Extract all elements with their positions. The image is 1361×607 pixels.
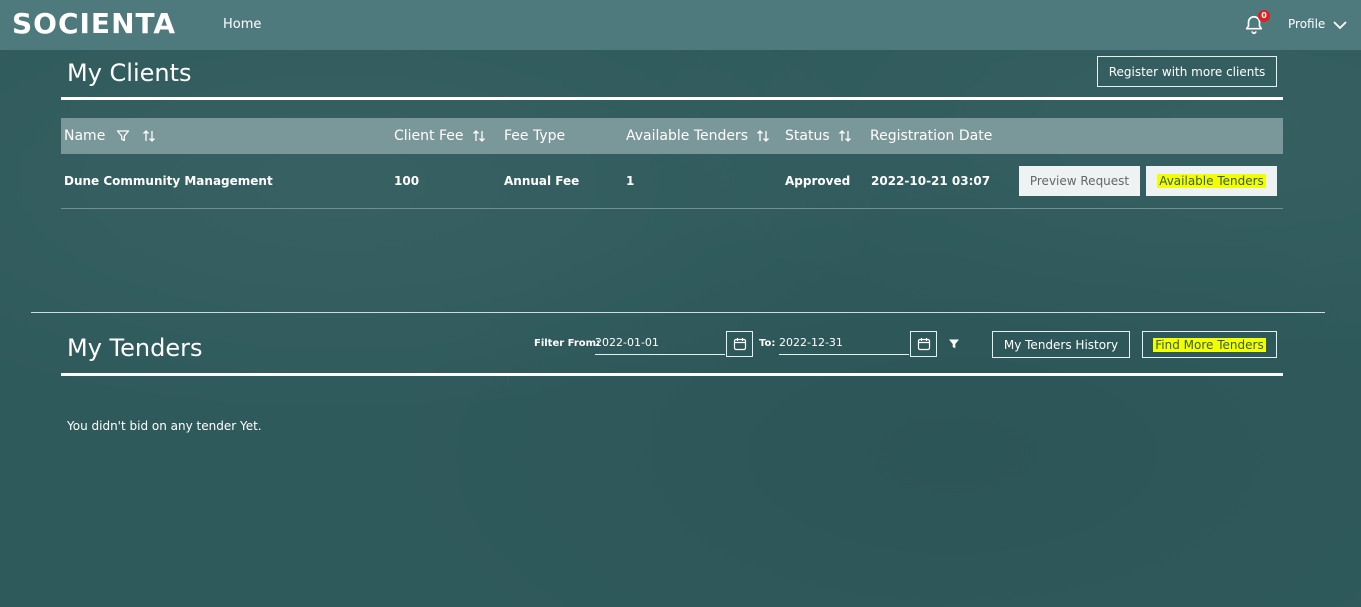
sort-icon[interactable] bbox=[756, 129, 770, 143]
filter-icon[interactable] bbox=[116, 129, 130, 143]
cell-name: Dune Community Management bbox=[64, 174, 273, 188]
cell-registration-date: 2022-10-21 03:07 bbox=[871, 174, 991, 188]
col-registration-date-header: Registration Date bbox=[870, 128, 993, 144]
notification-badge: 0 bbox=[1258, 10, 1270, 22]
socienta-logo[interactable]: SOCIENTA bbox=[12, 7, 176, 40]
calendar-icon[interactable] bbox=[726, 331, 753, 357]
find-more-tenders-label: Find More Tenders bbox=[1153, 337, 1266, 352]
col-status-label: Status bbox=[785, 128, 830, 144]
tenders-title: My Tenders bbox=[67, 334, 203, 362]
tenders-divider bbox=[61, 373, 1283, 376]
filter-to-label: To: bbox=[759, 338, 776, 349]
register-clients-button[interactable]: Register with more clients bbox=[1097, 56, 1277, 87]
cell-available-tenders: 1 bbox=[626, 174, 635, 188]
cell-status: Approved bbox=[785, 174, 851, 188]
apply-filter-icon[interactable] bbox=[948, 338, 960, 350]
clients-divider bbox=[61, 97, 1283, 100]
nav-home-link[interactable]: Home bbox=[223, 17, 261, 32]
sort-icon[interactable] bbox=[142, 129, 156, 143]
col-name-label: Name bbox=[64, 128, 106, 144]
sort-icon[interactable] bbox=[838, 129, 852, 143]
chevron-down-icon[interactable] bbox=[1332, 18, 1348, 32]
row-divider bbox=[61, 208, 1283, 209]
filter-from-label: Filter From: bbox=[534, 338, 601, 349]
cell-client-fee: 100 bbox=[394, 174, 420, 188]
available-tenders-button[interactable]: Available Tenders bbox=[1146, 166, 1277, 196]
page-background bbox=[0, 0, 1361, 607]
col-available-tenders-label: Available Tenders bbox=[626, 128, 749, 144]
my-tenders-history-button[interactable]: My Tenders History bbox=[992, 331, 1130, 358]
cell-fee-type: Annual Fee bbox=[504, 174, 580, 188]
profile-menu[interactable]: Profile bbox=[1288, 17, 1325, 31]
section-separator bbox=[31, 312, 1325, 313]
filter-to-input[interactable]: 2022-12-31 bbox=[779, 333, 909, 355]
calendar-icon[interactable] bbox=[910, 331, 937, 357]
col-fee-type-header: Fee Type bbox=[504, 128, 566, 144]
col-available-tenders-header[interactable]: Available Tenders bbox=[626, 128, 770, 144]
col-status-header[interactable]: Status bbox=[785, 128, 852, 144]
col-client-fee-header[interactable]: Client Fee bbox=[394, 128, 486, 144]
sort-icon[interactable] bbox=[472, 129, 486, 143]
filter-from-input[interactable]: 2022-01-01 bbox=[595, 333, 725, 355]
available-tenders-label: Available Tenders bbox=[1157, 174, 1266, 188]
preview-request-button[interactable]: Preview Request bbox=[1019, 166, 1140, 196]
top-navbar: SOCIENTA Home 0 Profile bbox=[0, 0, 1361, 50]
find-more-tenders-button[interactable]: Find More Tenders bbox=[1142, 331, 1277, 358]
col-client-fee-label: Client Fee bbox=[394, 128, 464, 144]
clients-title: My Clients bbox=[67, 59, 192, 87]
col-name-header[interactable]: Name bbox=[64, 128, 156, 144]
clients-table-header: Name Client Fee Fee Type Available Tende… bbox=[61, 118, 1283, 154]
no-tenders-message: You didn't bid on any tender Yet. bbox=[67, 419, 262, 433]
